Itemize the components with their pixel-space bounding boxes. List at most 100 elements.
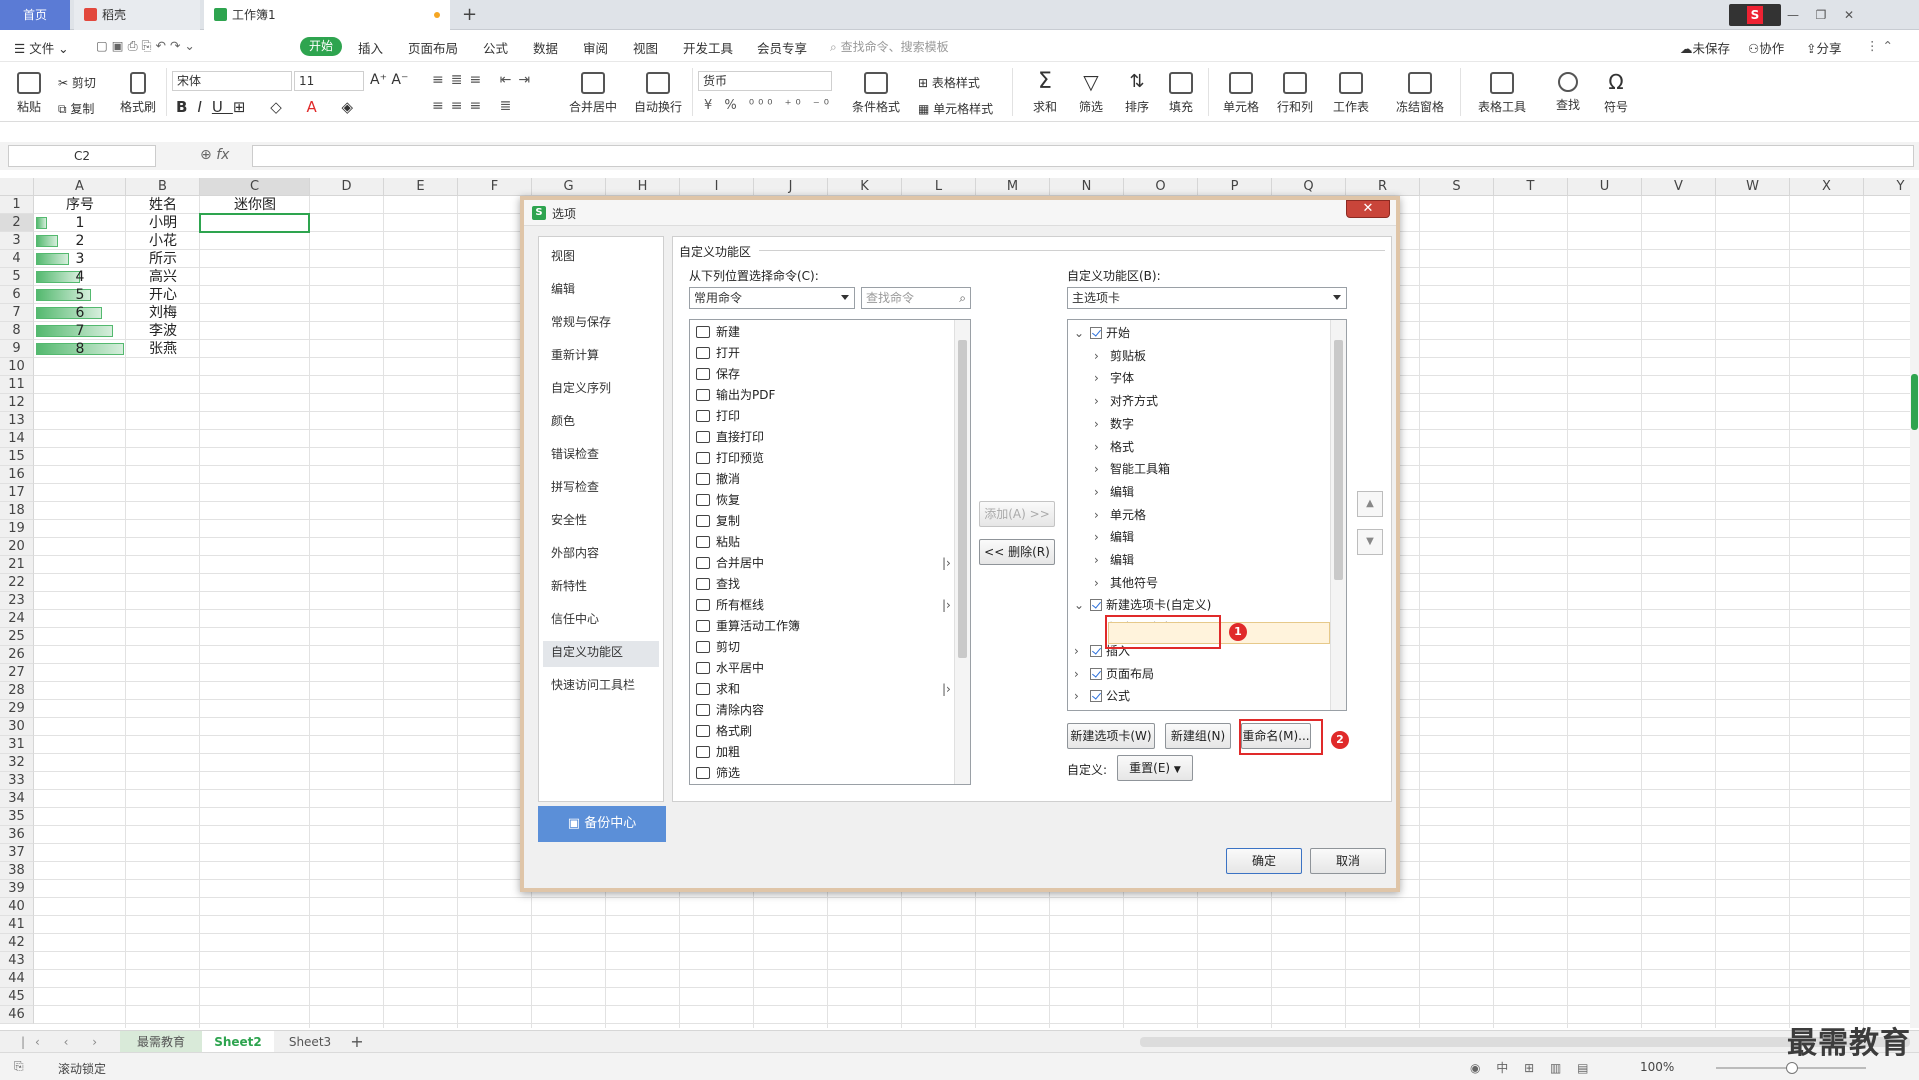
nav-item[interactable]: 视图 bbox=[551, 247, 575, 264]
row-header[interactable]: 27 bbox=[0, 664, 34, 682]
ribbon-tree-scrollbar[interactable] bbox=[1330, 320, 1346, 710]
column-header-q[interactable]: Q bbox=[1272, 178, 1346, 196]
row-header[interactable]: 18 bbox=[0, 502, 34, 520]
freeze-panes-button[interactable]: 冻结窗格 bbox=[1390, 72, 1450, 115]
cell-name[interactable]: 小明 bbox=[126, 214, 200, 232]
cell-seq[interactable]: 4 bbox=[34, 268, 126, 286]
column-header-d[interactable]: D bbox=[310, 178, 384, 196]
row-header[interactable]: 8 bbox=[0, 322, 34, 340]
checkbox[interactable] bbox=[1090, 599, 1102, 612]
new-tab-button[interactable]: 新建选项卡(W) bbox=[1067, 723, 1155, 749]
tab-home[interactable]: 首页 bbox=[0, 0, 70, 30]
sort-button[interactable]: ⇅ 排序 bbox=[1118, 72, 1156, 115]
ok-button[interactable]: 确定 bbox=[1226, 848, 1302, 874]
row-header[interactable]: 37 bbox=[0, 844, 34, 862]
view-mode-icons[interactable]: ◉ 中 ⊞ ▥ ▤ bbox=[1470, 1059, 1594, 1076]
paste-button[interactable]: 粘贴 bbox=[12, 72, 46, 115]
row-header[interactable]: 17 bbox=[0, 484, 34, 502]
command-item[interactable]: 格式刷 bbox=[696, 721, 752, 742]
reset-button[interactable]: 重置(E) ▼ bbox=[1117, 755, 1193, 781]
cell-name[interactable]: 刘梅 bbox=[126, 304, 200, 322]
cell-name[interactable]: 开心 bbox=[126, 286, 200, 304]
row-header[interactable]: 28 bbox=[0, 682, 34, 700]
chevron-right-icon[interactable]: › bbox=[1094, 481, 1104, 503]
column-header-l[interactable]: L bbox=[902, 178, 976, 196]
conditional-format-button[interactable]: 条件格式 bbox=[848, 72, 904, 115]
macro-icon[interactable]: ⎘ bbox=[14, 1059, 24, 1074]
nav-item[interactable]: 自定义功能区 bbox=[551, 643, 623, 660]
number-format-select[interactable]: 货币 bbox=[698, 71, 832, 91]
row-header[interactable]: 44 bbox=[0, 970, 34, 988]
row-header[interactable]: 38 bbox=[0, 862, 34, 880]
row-header[interactable]: 22 bbox=[0, 574, 34, 592]
close-window-icon[interactable]: ✕ bbox=[1835, 0, 1863, 30]
cell-seq[interactable]: 3 bbox=[34, 250, 126, 268]
column-header-v[interactable]: V bbox=[1642, 178, 1716, 196]
command-item[interactable]: 剪切 bbox=[696, 637, 740, 658]
backup-center-button[interactable]: ▣ 备份中心 bbox=[538, 806, 666, 842]
row-header[interactable]: 9 bbox=[0, 340, 34, 358]
command-item[interactable]: 清除内容 bbox=[696, 700, 764, 721]
cell-c1[interactable]: 迷你图 bbox=[200, 196, 310, 214]
menu-review[interactable]: 审阅 bbox=[583, 38, 608, 57]
share-button[interactable]: ⇪分享 bbox=[1806, 38, 1842, 57]
vertical-scrollbar[interactable] bbox=[1910, 178, 1919, 1028]
menu-developer[interactable]: 开发工具 bbox=[683, 38, 733, 57]
command-search-input[interactable]: 查找命令 ⌕ bbox=[861, 287, 971, 309]
nav-item[interactable]: 颜色 bbox=[551, 412, 575, 429]
checkbox[interactable] bbox=[1090, 644, 1102, 657]
table-style-button[interactable]: ⊞ 表格样式 bbox=[918, 74, 980, 91]
tree-node[interactable]: › 对齐方式 bbox=[1094, 390, 1158, 412]
filter-button[interactable]: ▽ 筛选 bbox=[1072, 72, 1110, 115]
cell-seq[interactable]: 7 bbox=[34, 322, 126, 340]
cell-seq[interactable]: 6 bbox=[34, 304, 126, 322]
worksheet-button[interactable]: 工作表 bbox=[1326, 72, 1376, 115]
cell-button[interactable]: 单元格 bbox=[1216, 72, 1266, 115]
wrap-text-button[interactable]: 自动换行 bbox=[630, 72, 686, 115]
scroll-thumb[interactable] bbox=[1334, 340, 1343, 580]
zoom-slider[interactable] bbox=[1716, 1062, 1866, 1074]
row-header[interactable]: 46 bbox=[0, 1006, 34, 1024]
chevron-right-icon[interactable]: › bbox=[1074, 685, 1084, 707]
chevron-right-icon[interactable]: › bbox=[1094, 504, 1104, 526]
file-menu[interactable]: ☰ 文件 ⌄ bbox=[14, 38, 69, 57]
fx-icon[interactable]: ⊕ fx bbox=[200, 147, 229, 163]
cell-seq[interactable]: 5 bbox=[34, 286, 126, 304]
tree-node[interactable]: › 智能工具箱 bbox=[1094, 458, 1170, 480]
checkbox[interactable] bbox=[1090, 690, 1102, 703]
row-header[interactable]: 10 bbox=[0, 358, 34, 376]
menu-insert[interactable]: 插入 bbox=[358, 38, 383, 57]
row-header[interactable]: 15 bbox=[0, 448, 34, 466]
row-header[interactable]: 36 bbox=[0, 826, 34, 844]
command-item[interactable]: 粘贴 bbox=[696, 532, 740, 553]
chevron-right-icon[interactable]: › bbox=[1074, 663, 1084, 685]
nav-item[interactable]: 编辑 bbox=[551, 280, 575, 297]
column-header-m[interactable]: M bbox=[976, 178, 1050, 196]
row-header[interactable]: 13 bbox=[0, 412, 34, 430]
column-header-b[interactable]: B bbox=[126, 178, 200, 196]
cut-button[interactable]: ✂ 剪切 bbox=[58, 74, 96, 91]
merge-center-button[interactable]: 合并居中 bbox=[562, 72, 624, 115]
checkbox[interactable] bbox=[1090, 327, 1102, 339]
column-header-e[interactable]: E bbox=[384, 178, 458, 196]
command-item[interactable]: 打开 bbox=[696, 343, 740, 364]
cell-seq[interactable]: 1 bbox=[34, 214, 126, 232]
command-item[interactable]: 水平居中 bbox=[696, 658, 764, 679]
quick-access-icons[interactable]: ▢ ▣ ⎙ ⎘ ↶ ↷ ⌄ bbox=[96, 38, 195, 54]
tree-node[interactable]: › 数字 bbox=[1094, 413, 1134, 435]
tree-node[interactable]: › 字体 bbox=[1094, 367, 1134, 389]
chevron-right-icon[interactable]: › bbox=[1074, 640, 1084, 662]
menu-view[interactable]: 视图 bbox=[633, 38, 658, 57]
minimize-icon[interactable]: — bbox=[1779, 0, 1807, 30]
column-header-f[interactable]: F bbox=[458, 178, 532, 196]
command-item[interactable]: 复制 bbox=[696, 511, 740, 532]
find-button[interactable]: 查找 bbox=[1548, 72, 1588, 113]
row-header[interactable]: 20 bbox=[0, 538, 34, 556]
tab-daoke[interactable]: 稻壳 bbox=[74, 0, 200, 30]
column-header-p[interactable]: P bbox=[1198, 178, 1272, 196]
command-item[interactable]: 重算活动工作簿 bbox=[696, 616, 800, 637]
row-header[interactable]: 7 bbox=[0, 304, 34, 322]
ribbon-tree[interactable]: ⌄ 开始 › 剪贴板 › 字体 › 对齐方式 › 数字 › 格式 › 智能工具箱 › 编辑 › 单元格 › 编辑 › 编辑… bbox=[1067, 319, 1347, 711]
row-header[interactable]: 24 bbox=[0, 610, 34, 628]
menu-page-layout[interactable]: 页面布局 bbox=[408, 38, 458, 57]
